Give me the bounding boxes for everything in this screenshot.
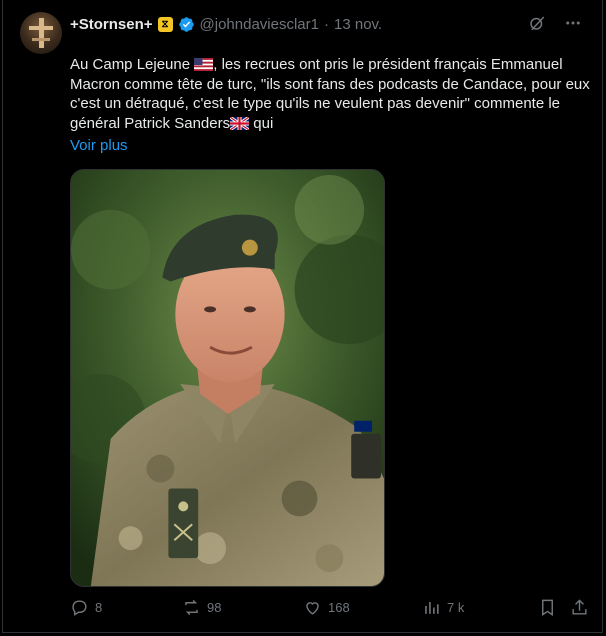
heart-icon <box>306 602 319 615</box>
avatar-cross-vertical <box>39 18 44 48</box>
photo-soldier-portrait <box>71 170 384 586</box>
reply-icon <box>72 600 87 616</box>
reply-button[interactable]: 8 <box>70 598 102 617</box>
views-icon <box>425 601 439 614</box>
more-icon[interactable] <box>564 14 582 32</box>
show-more-link[interactable]: Voir plus <box>70 137 128 154</box>
like-count: 168 <box>328 600 350 615</box>
repost-button[interactable]: 98 <box>182 598 221 617</box>
emoji-badge-icon: ⧖ <box>157 16 173 32</box>
uk-flag-icon <box>230 116 250 130</box>
handle[interactable]: @johndaviesclar1 <box>200 16 319 33</box>
tweet-date[interactable]: 13 nov. <box>334 16 382 33</box>
bookmark-button[interactable] <box>538 598 557 617</box>
repost-count: 98 <box>207 600 222 615</box>
tweet-header: +Stornsen+ ⧖ @johndaviesclar1 · 13 nov. <box>70 14 382 34</box>
tweet-action-bar: 8 98 168 7 k <box>70 598 590 622</box>
views-count: 7 k <box>447 600 465 615</box>
share-icon <box>572 599 587 615</box>
avatar[interactable] <box>20 12 62 54</box>
views-button[interactable]: 7 k <box>422 598 464 617</box>
avatar-cross-lower <box>32 38 50 41</box>
bookmark-icon <box>542 599 553 616</box>
avatar-cross-horizontal <box>29 26 53 30</box>
display-name[interactable]: +Stornsen+ <box>70 16 153 33</box>
repost-icon <box>185 599 198 616</box>
tweet-text-part-3: qui <box>249 114 274 132</box>
tweet-text: Au Camp Lejeune , les recrues ont pris l… <box>70 55 590 133</box>
grok-icon[interactable] <box>528 14 546 32</box>
tweet-text-part-1: Au Camp Lejeune <box>70 56 195 73</box>
tweet-top-actions <box>528 14 582 32</box>
reply-count: 8 <box>95 600 103 615</box>
tweet-card[interactable]: +Stornsen+ ⧖ @johndaviesclar1 · 13 nov. … <box>2 0 603 633</box>
share-button[interactable] <box>570 598 589 617</box>
tweet-photo[interactable] <box>70 169 385 587</box>
verified-badge-icon <box>178 16 194 32</box>
us-flag-icon <box>194 58 214 71</box>
separator-dot: · <box>324 15 329 33</box>
like-button[interactable]: 168 <box>303 598 350 617</box>
